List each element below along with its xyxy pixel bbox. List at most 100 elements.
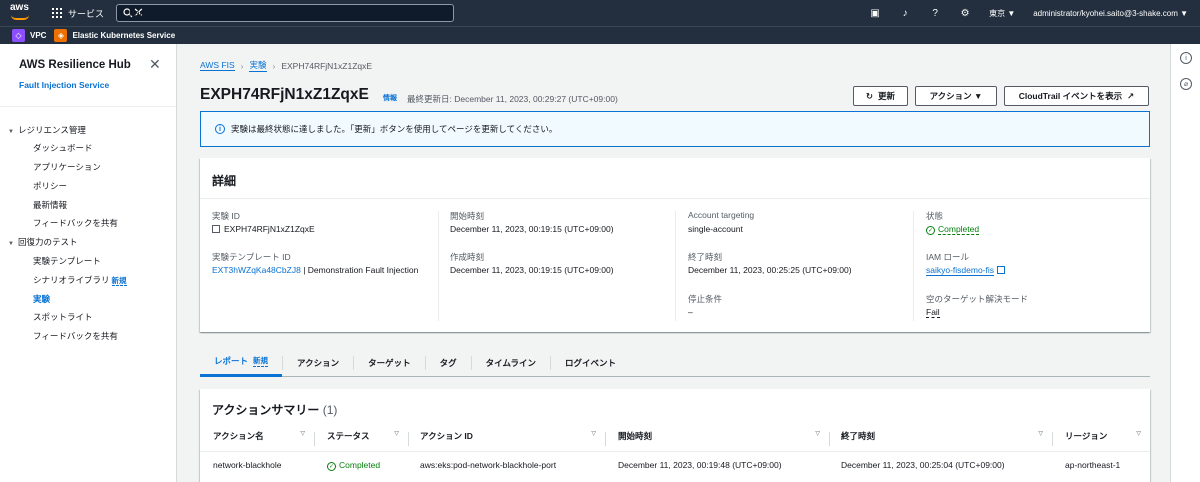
sidebar-item-whats-new[interactable]: 最新情報 xyxy=(33,199,67,211)
settings-gear-icon[interactable]: ⚙ xyxy=(959,7,971,19)
created-time-value: December 11, 2023, 00:19:15 (UTC+09:00) xyxy=(450,265,614,275)
col-header-end-time[interactable]: 終了時刻 ▽ xyxy=(841,430,1043,442)
breadcrumb-experiments[interactable]: 実験 xyxy=(249,59,267,72)
region-selector[interactable]: 東京 ▼ xyxy=(989,8,1015,19)
sidebar-item-feedback-2[interactable]: フィードバックを共有 xyxy=(33,330,118,342)
copy-icon[interactable] xyxy=(212,225,220,233)
column-separator xyxy=(829,432,830,446)
col-header-action-name[interactable]: アクション名 ▽ xyxy=(213,430,305,442)
alert-text: 実験は最終状態に達しました。「更新」ボタンを使用してページを更新してください。 xyxy=(231,124,558,134)
iam-role-link[interactable]: saikyo-fisdemo-fis xyxy=(926,265,995,276)
page-title: EXPH74RFjN1xZ1ZqxE xyxy=(200,86,369,103)
sort-icon: ▽ xyxy=(1136,431,1141,437)
info-alert: i 実験は最終状態に達しました。「更新」ボタンを使用してページを更新してください… xyxy=(200,111,1150,147)
cell-region: ap-northeast-1 xyxy=(1065,460,1121,470)
sidebar-item-templates[interactable]: 実験テンプレート xyxy=(33,255,101,267)
actions-dropdown-button[interactable]: アクション ▼ xyxy=(915,86,997,106)
sidebar-item-feedback-1[interactable]: フィードバックを共有 xyxy=(33,217,118,229)
column-divider xyxy=(913,211,914,321)
table-divider xyxy=(200,451,1150,452)
sort-icon: ▽ xyxy=(815,431,820,437)
top-navigation: aws サービス Fault ✕ ▣ ♪ ? ⚙ 東京 ▼ administra… xyxy=(0,0,1200,26)
favorites-bar: ◇ VPC ◈ Elastic Kubernetes Service xyxy=(0,26,1200,44)
sidebar-subtitle-link[interactable]: Fault Injection Service xyxy=(19,80,109,90)
column-separator xyxy=(408,432,409,446)
sidebar-divider xyxy=(0,106,176,107)
chevron-right-icon: › xyxy=(240,60,244,71)
search-value: Fault xyxy=(129,7,150,18)
details-title: 詳細 xyxy=(212,174,237,188)
tab-log-events[interactable]: ログイベント xyxy=(551,356,630,370)
sidebar-item-experiments[interactable]: 実験 xyxy=(33,293,50,305)
panel-divider xyxy=(200,198,1150,199)
start-time-value: December 11, 2023, 00:19:15 (UTC+09:00) xyxy=(450,224,614,234)
services-grid-icon[interactable] xyxy=(52,8,62,18)
account-targeting-label: Account targeting xyxy=(688,210,755,220)
vpc-service-icon: ◇ xyxy=(12,29,25,42)
info-panel-icon[interactable]: i xyxy=(1180,52,1192,64)
search-input[interactable]: Fault ✕ xyxy=(116,4,455,22)
template-id-link[interactable]: EXT3hWZqKa48CbZJ8 xyxy=(212,265,301,275)
state-value: ✓ Completed xyxy=(926,224,980,235)
favorite-label: Elastic Kubernetes Service xyxy=(72,31,176,40)
cloudtrail-events-button[interactable]: CloudTrail イベントを表示 ↗ xyxy=(1004,86,1149,106)
cell-action-name: network-blackhole xyxy=(213,460,282,470)
experiment-id-label: 実験 ID xyxy=(212,211,240,221)
sidebar-item-scenario-library[interactable]: シナリオライブラリ 新規 xyxy=(33,274,127,286)
col-header-region[interactable]: リージョン ▽ xyxy=(1065,430,1141,442)
empty-target-mode-label: 空のターゲット解決モード xyxy=(926,294,1029,304)
info-link[interactable]: 情報 xyxy=(383,93,397,103)
eks-service-icon: ◈ xyxy=(54,29,68,42)
new-badge: 新規 xyxy=(253,356,269,367)
sort-icon: ▽ xyxy=(394,431,399,437)
favorite-vpc[interactable]: ◇ VPC xyxy=(12,29,46,42)
caret-down-icon: ▼ xyxy=(8,241,14,247)
favorite-eks[interactable]: ◈ Elastic Kubernetes Service xyxy=(54,29,175,42)
template-id-label: 実験テンプレート ID xyxy=(212,252,291,262)
sort-icon: ▽ xyxy=(1038,431,1043,437)
action-summary-title: アクションサマリー (1) xyxy=(212,403,338,417)
caret-down-icon: ▼ xyxy=(8,129,14,135)
col-header-status[interactable]: ステータス ▽ xyxy=(327,430,399,442)
services-menu[interactable]: サービス xyxy=(68,7,104,20)
sidebar-item-dashboard[interactable]: ダッシュボード xyxy=(33,142,93,154)
sidebar-section-resilience[interactable]: ▼ レジリエンス管理 xyxy=(8,124,86,136)
breadcrumb-fis[interactable]: AWS FIS xyxy=(200,60,235,71)
aws-logo[interactable]: aws xyxy=(10,3,40,22)
cell-end-time: December 11, 2023, 00:25:04 (UTC+09:00) xyxy=(841,460,1005,470)
cell-start-time: December 11, 2023, 00:19:48 (UTC+09:00) xyxy=(618,460,782,470)
tab-bar: レポート 新規 アクション ターゲット タグ タイムライン ログイベント xyxy=(200,349,1150,377)
feedback-icon[interactable]: ⌀ xyxy=(1180,78,1192,90)
right-utility-rail: i ⌀ xyxy=(1170,44,1200,482)
refresh-button[interactable]: ↻ 更新 xyxy=(853,86,908,106)
created-time-label: 作成時刻 xyxy=(450,252,485,262)
column-separator xyxy=(314,432,315,446)
tab-tags[interactable]: タグ xyxy=(426,355,472,370)
template-id-value: EXT3hWZqKa48CbZJ8 | Demonstration Fault … xyxy=(212,265,419,275)
help-icon[interactable]: ? xyxy=(929,7,941,19)
sidebar-item-spotlight[interactable]: スポットライト xyxy=(33,311,93,323)
tab-targets[interactable]: ターゲット xyxy=(354,355,426,370)
cell-status: ✓ Completed xyxy=(327,460,381,471)
iam-role-value: saikyo-fisdemo-fis xyxy=(926,264,1006,277)
account-menu[interactable]: administrator/kyohei.saito@3-shake.com ▼ xyxy=(1033,9,1188,18)
tab-report[interactable]: レポート 新規 xyxy=(200,349,283,377)
tab-actions[interactable]: アクション xyxy=(283,355,355,370)
sidebar-item-policies[interactable]: ポリシー xyxy=(33,180,67,192)
tab-timeline[interactable]: タイムライン xyxy=(472,355,552,370)
favorite-label: VPC xyxy=(30,31,47,40)
check-circle-icon: ✓ xyxy=(327,462,336,471)
sidebar-item-applications[interactable]: アプリケーション xyxy=(33,161,101,173)
end-time-label: 終了時刻 xyxy=(688,252,723,262)
new-badge: 新規 xyxy=(111,276,127,286)
notifications-bell-icon[interactable]: ♪ xyxy=(899,7,911,19)
col-header-start-time[interactable]: 開始時刻 ▽ xyxy=(618,430,820,442)
sidebar-section-testing[interactable]: ▼ 回復力のテスト xyxy=(8,236,78,248)
col-header-action-id[interactable]: アクション ID ▽ xyxy=(420,430,596,442)
external-link-icon: ↗ xyxy=(1127,90,1135,101)
cell-action-id: aws:eks:pod-network-blackhole-port xyxy=(420,460,557,470)
cloudshell-icon[interactable]: ▣ xyxy=(869,7,881,19)
sort-icon: ▽ xyxy=(300,431,305,437)
close-icon[interactable]: ✕ xyxy=(149,56,161,73)
info-circle-icon: i xyxy=(215,124,225,134)
